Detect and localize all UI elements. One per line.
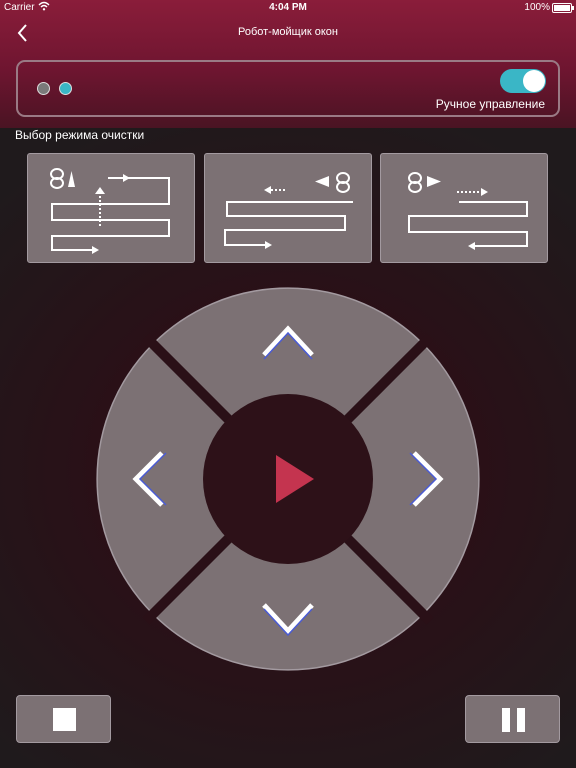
battery-icon: [552, 3, 574, 13]
page-title: Робот-мойщик окон: [238, 26, 338, 38]
nav-bar: Робот-мойщик окон: [0, 16, 576, 48]
horizontal-zigzag-left-mode-icon: [224, 172, 353, 249]
status-bar: Carrier 4:04 PM 100%: [0, 0, 576, 16]
manual-control-label: Ручное управление: [435, 97, 545, 111]
stop-icon: [53, 708, 76, 731]
pause-icon: [502, 708, 525, 732]
mode-button-horizontal-right[interactable]: [380, 153, 548, 263]
horizontal-zigzag-right-mode-icon: [408, 172, 528, 250]
mode-button-horizontal-left[interactable]: [204, 153, 372, 263]
toggle-knob: [523, 70, 545, 92]
battery-percent: 100%: [524, 2, 550, 13]
device-status-card: Ручное управление: [16, 60, 560, 117]
direction-pad: [86, 277, 490, 681]
stop-button[interactable]: [16, 695, 111, 743]
manual-control-toggle[interactable]: [500, 69, 546, 93]
pause-button[interactable]: [465, 695, 560, 743]
mode-button-vertical[interactable]: [27, 153, 195, 263]
vertical-zigzag-mode-icon: [50, 168, 170, 254]
status-indicator: [37, 82, 50, 95]
mode-heading: Выбор режима очистки: [15, 128, 145, 142]
clock: 4:04 PM: [269, 2, 307, 13]
status-indicator: [59, 82, 72, 95]
